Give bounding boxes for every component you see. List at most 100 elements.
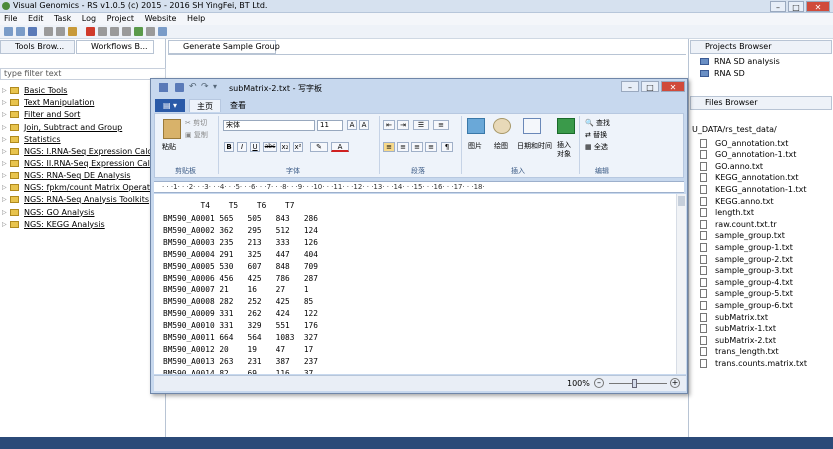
settings-icon[interactable]: [158, 27, 167, 36]
zoom-slider-handle[interactable]: [632, 379, 637, 388]
decrease-indent-icon[interactable]: ⇤: [383, 120, 395, 130]
expand-icon[interactable]: ▷: [2, 196, 10, 203]
file-item[interactable]: subMatrix-2.txt: [700, 334, 776, 346]
font-color-icon[interactable]: A: [331, 142, 349, 152]
file-item[interactable]: trans_length.txt: [700, 346, 779, 358]
document-area[interactable]: T4 T5 T6 T7 BM590_A0001 565 505 843 286 B…: [154, 194, 676, 374]
zoom-slider[interactable]: [609, 383, 667, 384]
insert-object-button[interactable]: 插入 对象: [557, 141, 571, 159]
font-size-combo[interactable]: 11: [317, 120, 343, 131]
tab-workflows-browser[interactable]: Workflows B...: [76, 40, 154, 54]
superscript-button[interactable]: x²: [293, 142, 303, 152]
file-item[interactable]: GO.anno.txt: [700, 160, 763, 172]
cut-button[interactable]: ✂ 剪切: [185, 118, 207, 128]
ribbon-tab-view[interactable]: 查看: [223, 99, 253, 112]
align-right-icon[interactable]: ≡: [411, 142, 423, 152]
copy-button[interactable]: ▣ 复制: [185, 130, 208, 140]
datetime-button[interactable]: 日期和时间: [517, 141, 552, 151]
file-item[interactable]: GO_annotation.txt: [700, 137, 788, 149]
delete-icon[interactable]: [86, 27, 95, 36]
file-item[interactable]: KEGG.anno.txt: [700, 195, 774, 207]
menu-task[interactable]: Task: [54, 14, 71, 23]
save-icon[interactable]: [28, 27, 37, 36]
bullet-list-icon[interactable]: ☰: [413, 120, 429, 130]
refresh-icon[interactable]: [122, 27, 131, 36]
ribbon-tab-home[interactable]: 主页: [189, 99, 221, 112]
tree-item-statistics[interactable]: ▷ Statistics: [2, 133, 61, 145]
projects-browser-tab[interactable]: Projects Browser: [690, 40, 832, 54]
file-item[interactable]: subMatrix.txt: [700, 311, 768, 323]
menu-log[interactable]: Log: [82, 14, 96, 23]
tree-item-basic-tools[interactable]: ▷ Basic Tools: [2, 84, 67, 96]
cut-icon[interactable]: [44, 27, 53, 36]
file-item[interactable]: sample_group.txt: [700, 230, 785, 242]
highlight-color-icon[interactable]: ✎: [310, 142, 328, 152]
undo-icon[interactable]: [98, 27, 107, 36]
paste-icon[interactable]: [163, 119, 181, 139]
select-all-button[interactable]: ▦ 全选: [585, 142, 608, 152]
quick-access-dropdown-icon[interactable]: ▾: [213, 82, 217, 91]
expand-icon[interactable]: ▷: [2, 160, 10, 167]
expand-icon[interactable]: ▷: [2, 184, 10, 191]
paint-button[interactable]: 绘图: [494, 141, 508, 151]
new-icon[interactable]: [4, 27, 13, 36]
file-menu-button[interactable]: ▤ ▾: [155, 99, 185, 112]
file-item[interactable]: subMatrix-1.txt: [700, 323, 776, 335]
open-icon[interactable]: [16, 27, 25, 36]
expand-icon[interactable]: ▷: [2, 124, 10, 131]
file-item[interactable]: length.txt: [700, 207, 754, 219]
strikethrough-button[interactable]: abc: [263, 142, 277, 152]
vertical-scrollbar[interactable]: [676, 194, 686, 374]
file-item[interactable]: KEGG_annotation.txt: [700, 172, 799, 184]
italic-button[interactable]: I: [237, 142, 247, 152]
menu-website[interactable]: Website: [145, 14, 177, 23]
increase-indent-icon[interactable]: ⇥: [397, 120, 409, 130]
menu-file[interactable]: File: [4, 14, 17, 23]
bold-button[interactable]: B: [224, 142, 234, 152]
picture-icon[interactable]: [467, 118, 485, 134]
tree-item-ngs-kegg[interactable]: ▷ NGS: KEGG Analysis: [2, 218, 105, 230]
copy-icon[interactable]: [56, 27, 65, 36]
expand-icon[interactable]: ▷: [2, 136, 10, 143]
file-item[interactable]: sample_group-5.txt: [700, 288, 793, 300]
paste-icon[interactable]: [68, 27, 77, 36]
expand-icon[interactable]: ▷: [2, 99, 10, 106]
quick-save-icon[interactable]: [175, 83, 184, 92]
expand-icon[interactable]: ▷: [2, 111, 10, 118]
wordpad-window[interactable]: ↶ ↷ ▾ subMatrix-2.txt - 写字板 – □ ✕ ▤ ▾ 主页…: [150, 78, 688, 394]
undo-icon[interactable]: ↶: [189, 82, 197, 92]
tree-item-ngs-de[interactable]: ▷ NGS: RNA-Seq DE Analysis: [2, 169, 131, 181]
file-item[interactable]: sample_group-4.txt: [700, 276, 793, 288]
project-item-rna-sd-analysis[interactable]: RNA SD analysis: [700, 55, 780, 67]
tree-item-join[interactable]: ▷ Join, Subtract and Group: [2, 121, 122, 133]
wordpad-minimize[interactable]: –: [621, 81, 639, 92]
picture-button[interactable]: 图片: [468, 141, 482, 151]
file-item[interactable]: raw.count.txt.tr: [700, 218, 777, 230]
tree-item-text-manipulation[interactable]: ▷ Text Manipulation: [2, 96, 94, 108]
shrink-font-icon[interactable]: A: [359, 120, 369, 130]
files-browser-tab[interactable]: Files Browser: [690, 96, 832, 110]
expand-icon[interactable]: ▷: [2, 87, 10, 94]
wordpad-maximize[interactable]: □: [641, 81, 659, 92]
zoom-in-button[interactable]: +: [670, 378, 680, 388]
tree-item-ngs-1[interactable]: ▷ NGS: I.RNA-Seq Expression Calcul: [2, 145, 159, 157]
paragraph-settings-icon[interactable]: ¶: [441, 142, 453, 152]
close-button[interactable]: ✕: [806, 1, 830, 12]
file-item[interactable]: trans.counts.matrix.txt: [700, 357, 807, 369]
filter-input[interactable]: type filter text: [0, 68, 166, 80]
file-item[interactable]: GO_annotation-1.txt: [700, 149, 796, 161]
redo-icon[interactable]: ↷: [201, 82, 209, 92]
menu-help[interactable]: Help: [187, 14, 205, 23]
datetime-icon[interactable]: [523, 118, 541, 134]
file-item[interactable]: sample_group-1.txt: [700, 241, 793, 253]
tree-item-ngs-2[interactable]: ▷ NGS: II.RNA-Seq Expression Calcu: [2, 157, 159, 169]
scrollbar-thumb[interactable]: [678, 196, 685, 206]
tree-item-filter-sort[interactable]: ▷ Filter and Sort: [2, 108, 80, 120]
subscript-button[interactable]: x₂: [280, 142, 290, 152]
paint-icon[interactable]: [493, 118, 511, 134]
file-item[interactable]: KEGG_annotation-1.txt: [700, 183, 807, 195]
replace-button[interactable]: ⇄ 替换: [585, 130, 607, 140]
tab-tools-browser[interactable]: Tools Brow...: [0, 40, 75, 54]
zoom-out-button[interactable]: –: [594, 378, 604, 388]
menu-project[interactable]: Project: [107, 14, 134, 23]
